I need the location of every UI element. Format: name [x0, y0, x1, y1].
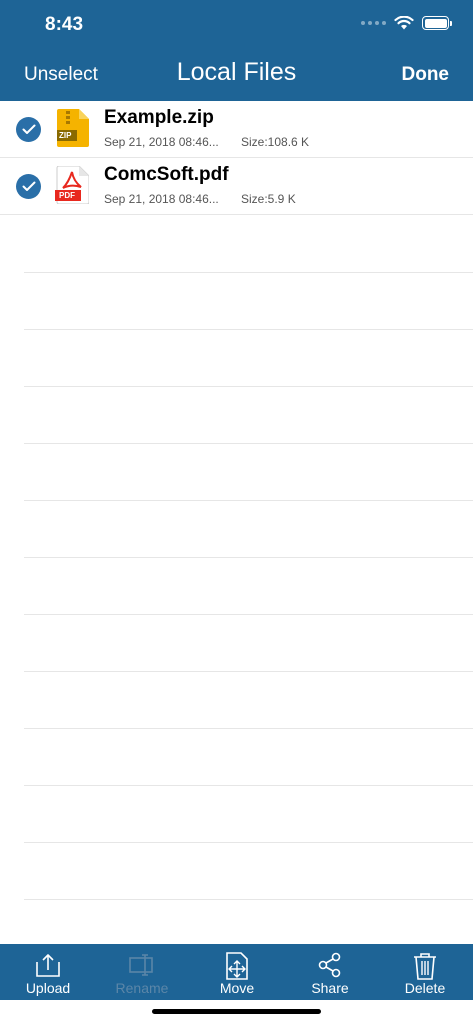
- list-divider: [24, 671, 473, 672]
- share-label: Share: [311, 980, 349, 996]
- list-divider: [24, 728, 473, 729]
- upload-label: Upload: [25, 980, 71, 996]
- trash-icon: [414, 953, 436, 980]
- move-icon: [226, 952, 248, 980]
- list-divider: [24, 443, 473, 444]
- list-divider: [24, 557, 473, 558]
- pdf-file-icon: PDF: [55, 165, 90, 205]
- file-size: Size:108.6 K: [241, 135, 310, 149]
- zip-icon-label: ZIP: [59, 131, 72, 140]
- checkmark-icon[interactable]: [16, 174, 41, 199]
- share-button[interactable]: Share: [292, 944, 368, 1000]
- list-divider: [24, 500, 473, 501]
- battery-icon: [422, 16, 452, 30]
- upload-icon: [36, 954, 60, 977]
- file-row[interactable]: PDF ComcSoft.pdf Sep 21, 2018 08:46... S…: [0, 158, 473, 215]
- rename-label: Rename: [115, 980, 169, 996]
- move-label: Move: [219, 980, 255, 996]
- list-divider: [24, 272, 473, 273]
- file-name: Example.zip: [104, 107, 214, 128]
- share-icon: [318, 952, 341, 978]
- file-date: Sep 21, 2018 08:46...: [104, 192, 219, 206]
- bottom-toolbar: Upload Rename Move Share Delete: [0, 944, 473, 1000]
- zip-file-icon: ZIP: [55, 109, 89, 147]
- status-time: 8:43: [45, 14, 84, 35]
- home-indicator: [152, 1009, 321, 1014]
- list-divider: [24, 842, 473, 843]
- list-divider: [24, 386, 473, 387]
- status-indicators: [361, 16, 452, 30]
- list-divider: [24, 785, 473, 786]
- file-row[interactable]: ZIP Example.zip Sep 21, 2018 08:46... Si…: [0, 101, 473, 158]
- upload-button[interactable]: Upload: [10, 944, 86, 1000]
- move-button[interactable]: Move: [199, 944, 275, 1000]
- checkmark-icon[interactable]: [16, 117, 41, 142]
- delete-button[interactable]: Delete: [387, 944, 463, 1000]
- list-divider: [24, 614, 473, 615]
- pdf-icon-label: PDF: [59, 191, 75, 200]
- file-list: ZIP Example.zip Sep 21, 2018 08:46... Si…: [0, 101, 473, 215]
- list-divider: [24, 329, 473, 330]
- done-button[interactable]: Done: [402, 64, 450, 86]
- file-name: ComcSoft.pdf: [104, 164, 229, 185]
- cellular-signal-icon: [361, 21, 386, 25]
- list-divider: [24, 899, 473, 900]
- wifi-icon: [394, 16, 414, 30]
- header: 8:43 Unselect Local Files Done: [0, 0, 473, 101]
- delete-label: Delete: [404, 980, 446, 996]
- rename-icon: [129, 954, 153, 976]
- rename-button[interactable]: Rename: [104, 944, 180, 1000]
- file-date: Sep 21, 2018 08:46...: [104, 135, 219, 149]
- file-size: Size:5.9 K: [241, 192, 296, 206]
